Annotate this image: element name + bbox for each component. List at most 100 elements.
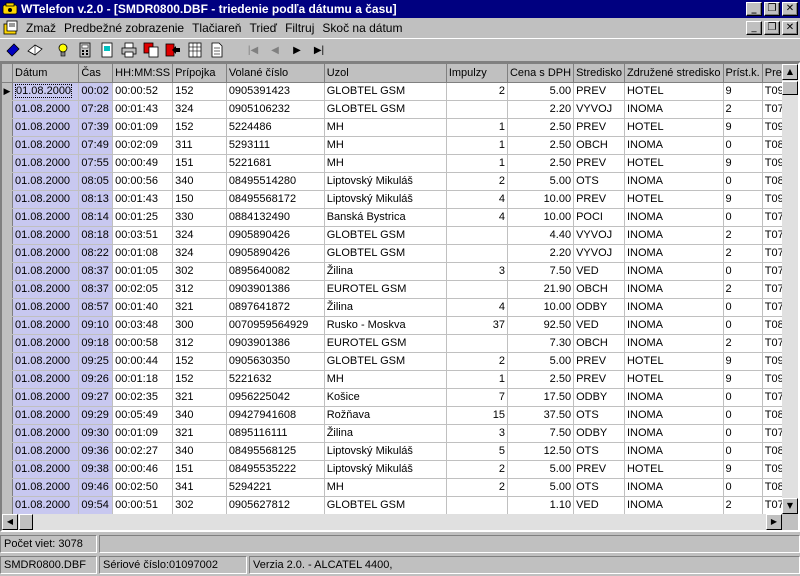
table-cell[interactable]: OTS <box>573 406 625 425</box>
row-selector[interactable] <box>2 298 13 317</box>
row-selector[interactable] <box>2 424 13 443</box>
menu-printer[interactable]: Tlačiareň <box>188 21 245 35</box>
table-cell[interactable]: 151 <box>172 460 227 479</box>
table-cell[interactable]: 01.08.2000 <box>12 154 80 173</box>
table-cell[interactable]: 2 <box>723 226 763 245</box>
table-cell[interactable]: PREV <box>573 118 625 137</box>
table-cell[interactable]: 01.08.2000 <box>12 244 80 263</box>
column-header[interactable]: Dátum <box>12 64 80 83</box>
table-cell[interactable]: 2 <box>446 172 508 191</box>
table-cell[interactable]: 1 <box>446 370 508 389</box>
table-cell[interactable]: 5293111 <box>226 136 325 155</box>
table-cell[interactable]: 5.00 <box>507 172 575 191</box>
table-cell[interactable]: 2.50 <box>507 118 575 137</box>
table-cell[interactable]: 01.08.2000 <box>12 388 80 407</box>
table-cell[interactable]: 00:03:51 <box>112 226 174 245</box>
table-cell[interactable]: 2.50 <box>507 154 575 173</box>
table-cell[interactable]: INOMA <box>624 334 724 353</box>
table-cell[interactable]: 01.08.2000 <box>12 172 80 191</box>
table-cell[interactable]: Liptovský Mikuláš <box>324 190 447 209</box>
current-row-indicator-icon[interactable]: ▶ <box>2 82 13 101</box>
table-cell[interactable]: PREV <box>573 154 625 173</box>
table-row[interactable]: 01.08.2000 08:57 00:01:40 321 0897641872 Žili… <box>2 298 798 317</box>
table-cell[interactable]: 37 <box>446 316 508 335</box>
next-record-button[interactable]: ▶ <box>286 40 308 60</box>
table-cell[interactable]: POCI <box>573 208 625 227</box>
table-cell[interactable]: 00:00:46 <box>112 460 174 479</box>
table-cell[interactable]: 9 <box>723 154 763 173</box>
table-cell[interactable]: 08495514280 <box>226 172 325 191</box>
row-selector[interactable] <box>2 172 13 191</box>
table-cell[interactable]: 2 <box>446 478 508 497</box>
table-cell[interactable]: OBCH <box>573 334 625 353</box>
table-row[interactable]: 01.08.2000 09:29 00:05:49 340 09427941608 Rož… <box>2 406 798 425</box>
table-cell[interactable] <box>446 100 508 119</box>
row-selector[interactable] <box>2 226 13 245</box>
table-cell[interactable]: 150 <box>172 190 227 209</box>
table-cell[interactable]: 5.00 <box>507 352 575 371</box>
menu-sort[interactable]: Trieď <box>245 21 281 35</box>
column-header[interactable]: Stredisko <box>573 64 625 83</box>
table-cell[interactable]: 9 <box>723 352 763 371</box>
table-cell[interactable]: 01.08.2000 <box>12 478 80 497</box>
table-cell[interactable]: EUROTEL GSM <box>324 280 447 299</box>
table-cell[interactable]: 00:01:18 <box>112 370 174 389</box>
table-cell[interactable]: 0903901386 <box>226 334 325 353</box>
child-close-button[interactable]: ✕ <box>782 21 798 35</box>
table-cell[interactable]: GLOBTEL GSM <box>324 244 447 263</box>
table-cell[interactable]: 07:49 <box>78 136 114 155</box>
table-cell[interactable] <box>446 226 508 245</box>
table-cell[interactable]: 324 <box>172 100 227 119</box>
table-cell[interactable]: INOMA <box>624 298 724 317</box>
table-cell[interactable]: PREV <box>573 352 625 371</box>
table-cell[interactable]: 4 <box>446 208 508 227</box>
table-cell[interactable]: OTS <box>573 172 625 191</box>
row-selector[interactable] <box>2 370 13 389</box>
table-cell[interactable]: 01.08.2000 <box>12 316 80 335</box>
bulb-icon[interactable] <box>52 40 74 60</box>
table-cell[interactable]: 00:01:43 <box>112 190 174 209</box>
table-cell[interactable]: 0 <box>723 442 763 461</box>
table-cell[interactable]: PREV <box>573 190 625 209</box>
menu-zmaz[interactable]: Zmaž <box>22 21 60 35</box>
table-cell[interactable]: INOMA <box>624 496 724 515</box>
table-cell[interactable]: 9 <box>723 82 763 101</box>
table-cell[interactable]: 08:37 <box>78 262 114 281</box>
table-cell[interactable]: 340 <box>172 442 227 461</box>
table-cell[interactable]: 152 <box>172 370 227 389</box>
table-cell[interactable]: 324 <box>172 244 227 263</box>
table-cell[interactable]: 92.50 <box>507 316 575 335</box>
table-cell[interactable]: 324 <box>172 226 227 245</box>
table-cell[interactable]: HOTEL <box>624 82 724 101</box>
table-cell[interactable]: OBCH <box>573 136 625 155</box>
table-cell[interactable]: 01.08.2000 <box>12 82 80 101</box>
table-cell[interactable]: 0905627812 <box>226 496 325 515</box>
horizontal-scroll-thumb[interactable] <box>19 514 33 530</box>
table-cell[interactable]: 0905630350 <box>226 352 325 371</box>
table-cell[interactable]: 09:54 <box>78 496 114 515</box>
table-cell[interactable]: MH <box>324 478 447 497</box>
table-cell[interactable]: 01.08.2000 <box>12 442 80 461</box>
table-cell[interactable]: INOMA <box>624 208 724 227</box>
table-cell[interactable]: VED <box>573 262 625 281</box>
table-cell[interactable]: 302 <box>172 262 227 281</box>
column-header[interactable]: Príst.k. <box>723 64 763 83</box>
menu-filter[interactable]: Filtruj <box>281 21 318 35</box>
table-cell[interactable]: 00:01:09 <box>112 118 174 137</box>
vertical-scroll-thumb[interactable] <box>782 81 798 95</box>
table-cell[interactable]: 00:02:09 <box>112 136 174 155</box>
row-selector[interactable] <box>2 136 13 155</box>
table-cell[interactable]: 01.08.2000 <box>12 118 80 137</box>
vertical-scrollbar[interactable]: ▲ ▼ <box>782 64 798 514</box>
column-header[interactable]: Združené stredisko <box>624 64 724 83</box>
table-cell[interactable]: 2 <box>446 460 508 479</box>
table-cell[interactable]: 0 <box>723 262 763 281</box>
table-cell[interactable]: 7.50 <box>507 262 575 281</box>
table-cell[interactable]: INOMA <box>624 478 724 497</box>
column-header[interactable]: Impulzy <box>446 64 508 83</box>
table-cell[interactable]: 0903901386 <box>226 280 325 299</box>
table-cell[interactable]: 1.10 <box>507 496 575 515</box>
table-row[interactable]: 01.08.2000 08:18 00:03:51 324 0905890426 GLOB… <box>2 226 798 245</box>
row-selector[interactable] <box>2 334 13 353</box>
table-cell[interactable]: Rusko - Moskva <box>324 316 447 335</box>
